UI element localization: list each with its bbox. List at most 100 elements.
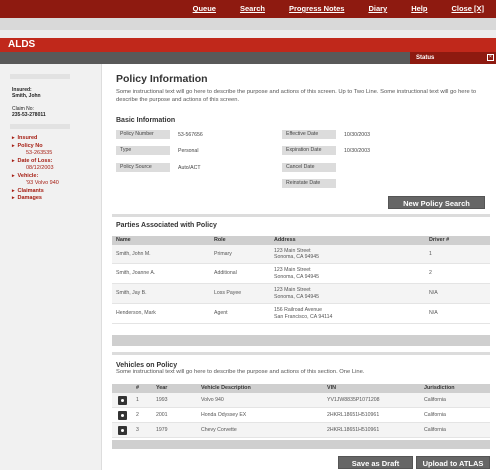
- policy-source-field: Policy Source Auto/ACT: [116, 163, 201, 172]
- cancel-date-label: Cancel Date: [282, 163, 336, 172]
- party-name: Smith, Joanne A.: [116, 270, 156, 277]
- close-icon[interactable]: ×: [487, 54, 494, 61]
- col-description: Vehicle Description: [201, 385, 251, 392]
- upload-to-atlas-button[interactable]: Upload to ATLAS: [416, 456, 490, 469]
- sidebar-item-damages[interactable]: Damages: [12, 195, 101, 203]
- parties-table: Name Role Address Driver # Smith, John M…: [112, 236, 490, 324]
- effective-date-label: Effective Date: [282, 130, 336, 139]
- app-bar: ALDS: [0, 38, 496, 52]
- vehicle-vin: 2HKRL18651H510961: [327, 426, 380, 433]
- policy-number-field: Policy Number 53-567656: [116, 130, 203, 139]
- table-row[interactable]: 2 2001 Honda Odyssey EX 2HKRL18651H510961 Ca…: [112, 408, 490, 423]
- basic-info-heading: Basic Information: [116, 117, 176, 124]
- party-name: Henderson, Mark: [116, 310, 156, 317]
- col-year: Year: [156, 385, 168, 392]
- claim-number: 235-53-278011: [12, 112, 46, 118]
- vehicle-number: 3: [136, 426, 139, 433]
- party-name: Smith, Jay B.: [116, 290, 147, 297]
- radio-dot-icon: [121, 428, 124, 432]
- party-role: Primary: [214, 250, 232, 257]
- party-address-line2: Sonoma, CA 94945: [274, 273, 319, 280]
- page-title: Policy Information: [116, 73, 208, 85]
- nav-search[interactable]: Search: [228, 4, 277, 13]
- vehicle-radio[interactable]: [118, 410, 127, 420]
- vehicle-description: Chevy Corvette: [201, 426, 237, 433]
- parties-table-body: Smith, John M. Primary 123 Main Street Sono…: [112, 245, 490, 324]
- party-address: 123 Main Street Sonoma, CA 94945: [270, 287, 425, 300]
- party-address: 123 Main Street Sonoma, CA 94945: [270, 267, 425, 280]
- cancel-date-field: Cancel Date: [282, 163, 344, 172]
- status-tab[interactable]: Status ×: [410, 52, 496, 64]
- policy-number-label: Policy Number: [116, 130, 170, 139]
- type-field: Type Personal: [116, 146, 198, 155]
- col-vin: VIN: [327, 385, 336, 392]
- sidebar-item-date-of-loss[interactable]: Date of Loss:: [12, 158, 101, 166]
- parties-table-header: Name Role Address Driver #: [112, 236, 490, 245]
- vehicle-select-cell: [112, 425, 132, 435]
- party-driver: 1: [429, 250, 432, 257]
- table-row: Smith, Jay B. Loss Payee 123 Main Street So…: [112, 284, 490, 304]
- expiration-date-label: Expiration Date: [282, 146, 336, 155]
- sidebar: Insured: Smith, John Claim No: 235-53-27…: [0, 64, 102, 470]
- new-policy-search-button[interactable]: New Policy Search: [388, 196, 485, 209]
- header-stripe: [0, 18, 496, 30]
- vehicles-panel-bottom: [112, 440, 490, 449]
- vehicle-jurisdiction: California: [424, 396, 446, 403]
- party-driver: N/A: [429, 290, 438, 297]
- nav-queue[interactable]: Queue: [181, 4, 228, 13]
- sidebar-date-of-loss-value: 08/12/2003: [26, 165, 54, 171]
- effective-date-value: 10/30/2003: [344, 131, 370, 138]
- sidebar-item-policy-no[interactable]: Policy No: [12, 143, 101, 151]
- sidebar-policy-no-value: 53-263535: [26, 150, 53, 156]
- reinstate-date-label: Reinstate Date: [282, 179, 336, 188]
- nav-diary[interactable]: Diary: [356, 4, 399, 13]
- table-row: Smith, Joanne A. Additional 123 Main Stree…: [112, 264, 490, 284]
- nav-close[interactable]: Close [X]: [439, 4, 496, 13]
- vehicle-year: 1979: [156, 426, 168, 433]
- status-label: Status: [416, 55, 435, 61]
- policy-number-value: 53-567656: [178, 131, 203, 138]
- sidebar-item-insured[interactable]: Insured: [12, 135, 101, 143]
- nav-progress-notes[interactable]: Progress Notes: [277, 4, 356, 13]
- top-nav: Queue Search Progress Notes Diary Help C…: [181, 4, 496, 13]
- vehicles-heading: Vehicles on Policy: [116, 362, 178, 369]
- vehicle-year: 2001: [156, 411, 168, 418]
- col-role: Role: [214, 237, 226, 244]
- vehicle-radio[interactable]: [118, 395, 127, 405]
- table-row[interactable]: 1 1993 Volvo 940 YV1JW8835P1071208 Californi…: [112, 393, 490, 408]
- party-address: 156 Railroad Avenue San Francisco, CA 941…: [270, 307, 425, 320]
- party-driver: N/A: [429, 310, 438, 317]
- effective-date-field: Effective Date 10/30/2003: [282, 130, 370, 139]
- sidebar-vehicle-value: '93 Volvo 940: [26, 180, 59, 186]
- party-name: Smith, John M.: [116, 250, 151, 257]
- party-address: 123 Main Street Sonoma, CA 94945: [270, 248, 425, 261]
- party-driver: 2: [429, 270, 432, 277]
- top-nav-bar: Queue Search Progress Notes Diary Help C…: [0, 0, 496, 18]
- policy-source-label: Policy Source: [116, 163, 170, 172]
- vehicle-select-cell: [112, 410, 132, 420]
- vehicle-radio[interactable]: [118, 425, 127, 435]
- vehicle-jurisdiction: California: [424, 426, 446, 433]
- expiration-date-field: Expiration Date 10/30/2003: [282, 146, 370, 155]
- nav-help[interactable]: Help: [399, 4, 439, 13]
- vehicles-table-header: # Year Vehicle Description VIN Jurisdict…: [112, 384, 490, 393]
- col-address: Address: [274, 237, 296, 244]
- sidebar-item-vehicle[interactable]: Vehicle:: [12, 173, 101, 181]
- table-row[interactable]: 3 1979 Chevy Corvette 2HKRL18651H510961 Cali…: [112, 423, 490, 438]
- sidebar-item-claimants[interactable]: Claimants: [12, 188, 101, 196]
- party-role: Loss Payee: [214, 290, 242, 297]
- vehicles-table-body: 1 1993 Volvo 940 YV1JW8835P1071208 Californi…: [112, 393, 490, 438]
- policy-source-value: Auto/ACT: [178, 164, 201, 171]
- vehicle-number: 2: [136, 411, 139, 418]
- expiration-date-value: 10/30/2003: [344, 147, 370, 154]
- app-title: ALDS: [8, 39, 36, 50]
- page-intro: Some instructional text will go here to …: [116, 89, 477, 103]
- sidebar-ghost-line: [10, 124, 70, 129]
- vehicles-table: # Year Vehicle Description VIN Jurisdict…: [112, 384, 490, 438]
- table-row: Henderson, Mark Agent 156 Railroad Avenue S…: [112, 304, 490, 324]
- vehicles-intro: Some instructional text will go here to …: [116, 369, 365, 375]
- vehicle-vin: YV1JW8835P1071208: [327, 396, 380, 403]
- save-as-draft-button[interactable]: Save as Draft: [338, 456, 413, 469]
- party-address-line2: Sonoma, CA 94945: [274, 293, 319, 300]
- vehicle-number: 1: [136, 396, 139, 403]
